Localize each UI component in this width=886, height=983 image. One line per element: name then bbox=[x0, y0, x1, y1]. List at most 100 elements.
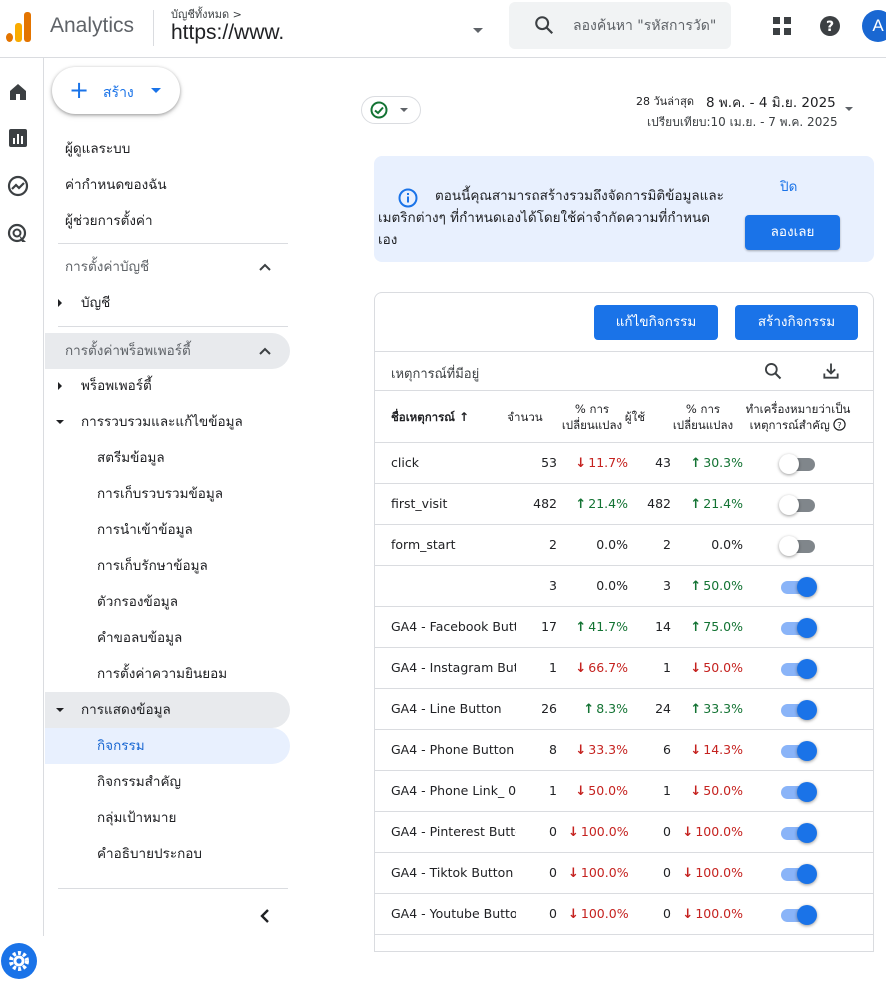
count-change: ↓ 11.7% bbox=[568, 455, 628, 471]
col-users-change[interactable]: % การ เปลี่ยนแปลง bbox=[668, 401, 738, 433]
nav-data-display[interactable]: การแสดงข้อมูล bbox=[45, 692, 290, 728]
chevron-down-icon bbox=[151, 88, 161, 93]
table-row[interactable]: GA4 - Phone Button 8 ↓ 33.3% 6 ↓ 14.3% bbox=[375, 730, 873, 771]
help-icon[interactable]: ? bbox=[818, 14, 842, 38]
nav-data-import[interactable]: การนำเข้าข้อมูล bbox=[45, 512, 290, 548]
col-count-change[interactable]: % การ เปลี่ยนแปลง bbox=[560, 401, 624, 433]
key-event-toggle[interactable] bbox=[779, 741, 817, 761]
nav-annotations[interactable]: คำอธิบายประกอบ bbox=[45, 836, 290, 872]
count-change-value: 8.3% bbox=[596, 701, 628, 716]
col-count[interactable]: จำนวน bbox=[505, 409, 545, 425]
key-event-toggle[interactable] bbox=[779, 782, 817, 802]
nav-preferences[interactable]: ค่ากำหนดของฉัน bbox=[45, 167, 290, 203]
account-settings-section[interactable]: การตั้งค่าบัญชี bbox=[45, 249, 290, 285]
key-event-toggle[interactable] bbox=[779, 454, 815, 474]
key-event-toggle[interactable] bbox=[779, 577, 817, 597]
data-quality-chip[interactable] bbox=[361, 96, 421, 124]
explore-icon[interactable] bbox=[6, 174, 30, 198]
event-name[interactable]: GA4 - Facebook Butto bbox=[391, 619, 516, 634]
table-row[interactable]: GA4 - Tiktok Button 0 ↓ 100.0% 0 ↓ 100.0% bbox=[375, 853, 873, 894]
try-now-button[interactable]: ลองเลย bbox=[745, 215, 840, 250]
event-name[interactable]: GA4 - Instagram Butto bbox=[391, 660, 516, 675]
event-name[interactable]: form_start bbox=[391, 537, 516, 552]
table-row[interactable]: click 53 ↓ 11.7% 43 ↑ 30.3% bbox=[375, 443, 873, 484]
analytics-logo[interactable] bbox=[6, 12, 32, 42]
key-event-toggle[interactable] bbox=[779, 536, 815, 556]
key-event-toggle[interactable] bbox=[779, 864, 817, 884]
event-name[interactable]: GA4 - Pinterest Buttor bbox=[391, 824, 516, 839]
chevron-down-icon[interactable] bbox=[473, 28, 483, 33]
create-event-button[interactable]: สร้างกิจกรรม bbox=[735, 305, 858, 340]
nav-data-retention[interactable]: การเก็บรักษาข้อมูล bbox=[45, 548, 290, 584]
account-name[interactable]: https://www. bbox=[171, 21, 306, 45]
chevron-down-icon[interactable] bbox=[845, 107, 853, 111]
download-icon[interactable] bbox=[821, 361, 841, 381]
users-change-value: 100.0% bbox=[695, 906, 743, 921]
event-name[interactable]: GA4 - Youtube Button bbox=[391, 906, 516, 921]
count-change: ↑ 41.7% bbox=[568, 619, 628, 635]
info-banner: ตอนนี้คุณสามารถสร้างรวมถึงจัดการมิติข้อม… bbox=[374, 156, 874, 262]
key-event-toggle[interactable] bbox=[779, 659, 817, 679]
event-name[interactable]: click bbox=[391, 455, 516, 470]
table-row[interactable]: GA4 - Line Button 26 ↑ 8.3% 24 ↑ 33.3% bbox=[375, 689, 873, 730]
arrow-down-icon: ↓ bbox=[575, 743, 587, 758]
event-name[interactable]: first_visit bbox=[391, 496, 516, 511]
events-table-card: แก้ไขกิจกรรม สร้างกิจกรรม เหตุการณ์ที่มี… bbox=[374, 292, 874, 952]
date-compare[interactable]: เปรียบเทียบ:10 เม.ย. - 7 พ.ค. 2025 bbox=[647, 113, 838, 132]
help-icon[interactable]: ? bbox=[833, 418, 847, 431]
key-event-toggle[interactable] bbox=[779, 700, 817, 720]
nav-admin[interactable]: ผู้ดูแลระบบ bbox=[45, 131, 290, 167]
property-settings-section[interactable]: การตั้งค่าพร็อพเพอร์ตี้ bbox=[45, 333, 290, 369]
col-event-name[interactable]: ชื่อเหตุการณ์ ↑ bbox=[391, 409, 469, 425]
table-row[interactable]: GA4 - Pinterest Buttor 0 ↓ 100.0% 0 ↓ 100.0% bbox=[375, 812, 873, 853]
arrow-down-icon: ↓ bbox=[575, 661, 587, 676]
col-users[interactable]: ผู้ใช้ bbox=[623, 409, 647, 425]
table-row[interactable]: GA4 - Instagram Butto1↓66.7%1↓50.0% bbox=[375, 648, 873, 689]
key-event-toggle[interactable] bbox=[779, 823, 817, 843]
date-range-value[interactable]: 8 พ.ค. - 4 มิ.ย. 2025 bbox=[706, 91, 836, 113]
advertising-icon[interactable] bbox=[6, 222, 30, 246]
nav-data-collection-settings[interactable]: การเก็บรวบรวมข้อมูล bbox=[45, 476, 290, 512]
nav-data-deletion[interactable]: คำขอลบข้อมูล bbox=[45, 620, 290, 656]
nav-property[interactable]: พร็อพเพอร์ตี้ bbox=[45, 368, 290, 404]
search-icon[interactable] bbox=[763, 361, 783, 381]
nav-data-streams[interactable]: สตรีมข้อมูล bbox=[45, 440, 290, 476]
event-count: 53 bbox=[541, 455, 557, 470]
admin-settings-button[interactable] bbox=[1, 943, 37, 979]
nav-key-events[interactable]: กิจกรรมสำคัญ bbox=[45, 764, 290, 800]
nav-setup-assistant[interactable]: ผู้ช่วยการตั้งค่า bbox=[45, 203, 290, 239]
table-row[interactable]: first_visit 482 ↑ 21.4% 482 ↑ 21.4% bbox=[375, 484, 873, 525]
app-title: Analytics bbox=[50, 14, 135, 37]
event-name[interactable]: GA4 - Phone Link_ 08 bbox=[391, 783, 516, 798]
key-event-toggle[interactable] bbox=[779, 618, 817, 638]
table-row[interactable]: GA4 - Facebook Butto 17 ↑ 41.7% 14 ↑ 75.0% bbox=[375, 607, 873, 648]
nav-events[interactable]: กิจกรรม bbox=[45, 728, 290, 764]
avatar[interactable]: A bbox=[862, 10, 886, 42]
apps-grid-icon[interactable] bbox=[770, 14, 794, 38]
table-toolbar: เหตุการณ์ที่มีอยู่ bbox=[375, 351, 873, 391]
table-row[interactable]: GA4 - Youtube Button 0 ↓ 100.0% 0 ↓ 100.0% bbox=[375, 894, 873, 935]
search-input[interactable]: ลองค้นหา "รหัสการวัด" bbox=[509, 2, 731, 49]
modify-event-button[interactable]: แก้ไขกิจกรรม bbox=[594, 305, 718, 340]
collapse-nav-icon[interactable] bbox=[257, 907, 273, 925]
event-name[interactable]: GA4 - Phone Button bbox=[391, 742, 516, 757]
nav-data-filters[interactable]: ตัวกรองข้อมูล bbox=[45, 584, 290, 620]
reports-icon[interactable] bbox=[6, 126, 30, 150]
close-banner-button[interactable]: ปิด bbox=[780, 175, 797, 197]
nav-consent-settings[interactable]: การตั้งค่าความยินยอม bbox=[45, 656, 290, 692]
table-row[interactable]: form_start 2 0.0% 2 0.0% bbox=[375, 525, 873, 566]
table-row[interactable]: 3 0.0% 3 ↑ 50.0% bbox=[375, 566, 873, 607]
col-label: % การ bbox=[574, 402, 610, 416]
nav-data-collection[interactable]: การรวบรวมและแก้ไขข้อมูล bbox=[45, 404, 290, 440]
users-change: ↓ 100.0% bbox=[678, 865, 743, 881]
nav-account[interactable]: บัญชี bbox=[45, 285, 290, 321]
date-range-label[interactable]: 28 วันล่าสุด bbox=[636, 92, 694, 110]
home-icon[interactable] bbox=[6, 80, 30, 104]
key-event-toggle[interactable] bbox=[779, 905, 817, 925]
table-row[interactable]: GA4 - Phone Link_ 08 1 ↓ 50.0% 1 ↓ 50.0% bbox=[375, 771, 873, 812]
key-event-toggle[interactable] bbox=[779, 495, 815, 515]
event-name[interactable]: GA4 - Tiktok Button bbox=[391, 865, 516, 880]
nav-audiences[interactable]: กลุ่มเป้าหมาย bbox=[45, 800, 290, 836]
event-name[interactable]: GA4 - Line Button bbox=[391, 701, 516, 716]
create-button[interactable]: + สร้าง bbox=[52, 67, 180, 114]
